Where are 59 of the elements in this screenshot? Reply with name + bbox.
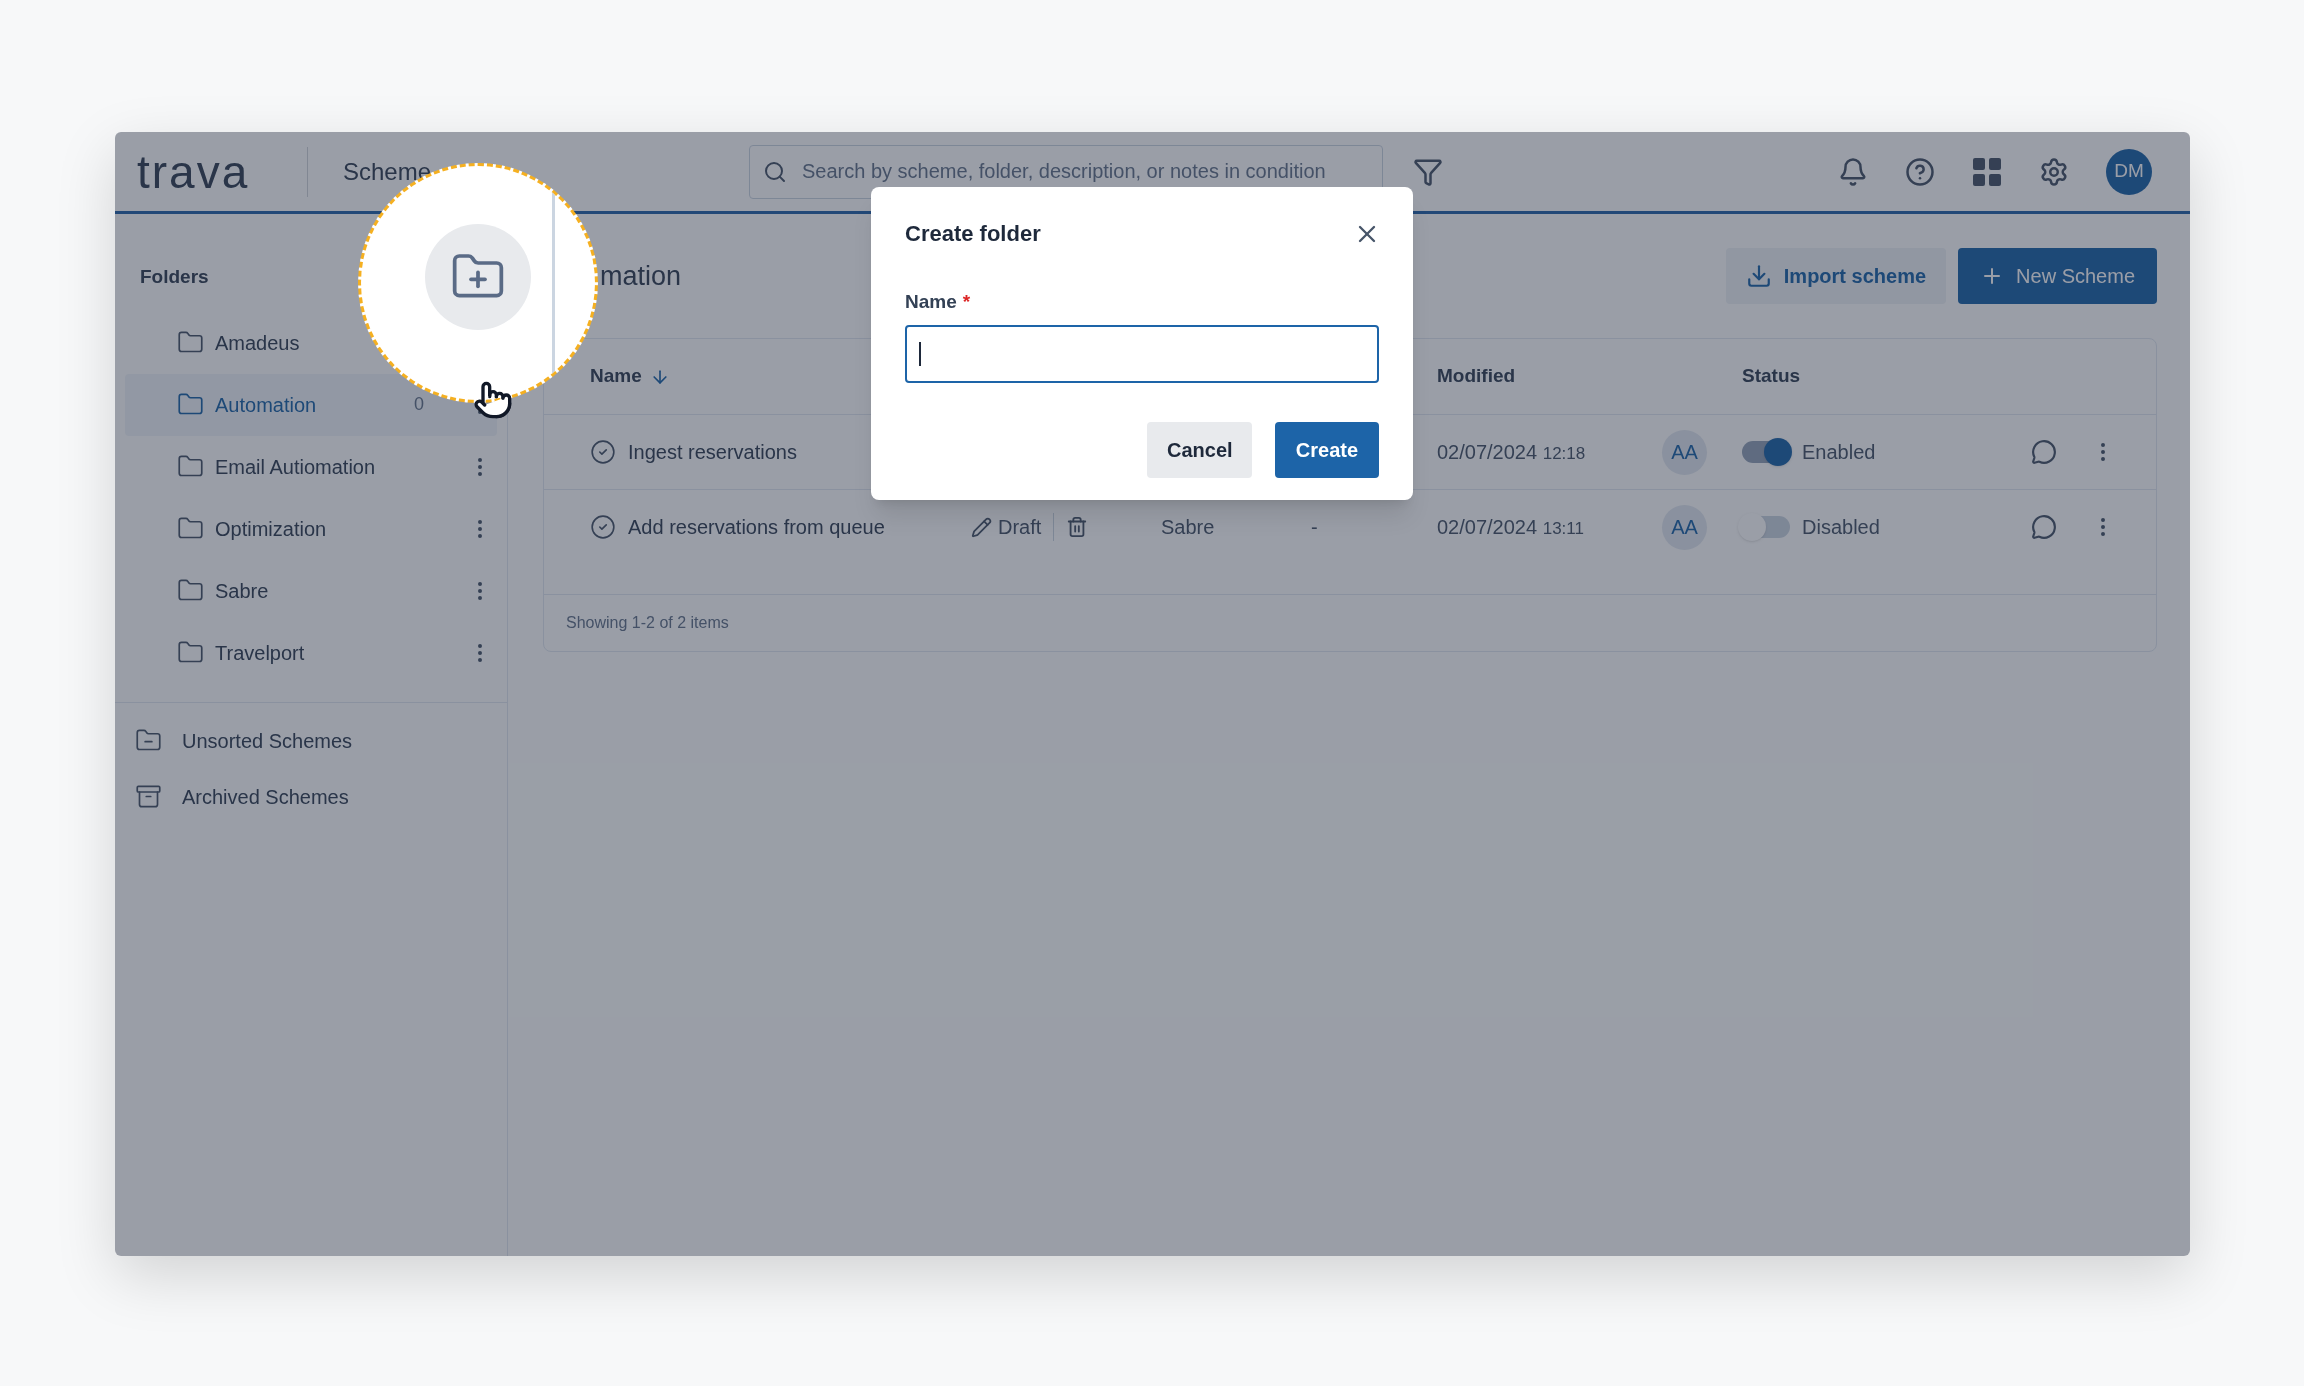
status-label: Disabled [1802, 515, 1880, 540]
comment-icon[interactable] [2031, 514, 2057, 540]
notification-bell-icon[interactable] [1838, 156, 1868, 187]
logo[interactable]: trava [137, 148, 287, 195]
import-scheme-button[interactable]: Import scheme [1725, 248, 1947, 304]
folder-name: Sabre [215, 578, 270, 604]
settings-icon[interactable] [2039, 156, 2069, 187]
page-title: Scheme [343, 156, 433, 187]
pencil-icon [971, 516, 992, 538]
name-input-field[interactable] [905, 324, 1379, 383]
new-scheme-button[interactable]: New Scheme [1958, 248, 2157, 304]
sidebar-link[interactable]: Archived Schemes [115, 768, 507, 825]
trash-icon[interactable] [1066, 516, 1089, 538]
table-cell: - [1311, 516, 1318, 538]
status-toggle[interactable] [1742, 441, 1790, 463]
source-cell: Sabre [1161, 516, 1215, 538]
modified-time: 12:18 [1542, 444, 1586, 463]
folder-name: Optimization [215, 516, 328, 542]
check-circle-icon [590, 514, 616, 540]
modified-date: 02/07/2024 [1437, 441, 1538, 463]
folder-item[interactable]: Travelport [125, 621, 497, 684]
scheme-name: Add reservations from queue [628, 515, 885, 540]
create-button[interactable]: Create [1275, 421, 1379, 478]
folder-name: Email Autiomation [215, 454, 377, 480]
check-circle-icon [590, 439, 616, 465]
required-marker: * [962, 290, 971, 314]
folder-count: 0 [414, 393, 424, 416]
folder-title: mation [600, 259, 683, 293]
modified-date: 02/07/2024 [1437, 516, 1538, 538]
pagination-summary: Showing 1-2 of 2 items [566, 613, 729, 633]
author-avatar: AA [1662, 504, 1707, 550]
search-icon [763, 159, 787, 184]
folders-heading: Folders [140, 265, 209, 289]
folder-item[interactable]: Optimization [125, 497, 497, 560]
folder-name: Amadeus [215, 330, 301, 356]
folder-name: Automation [215, 392, 318, 418]
folder-item[interactable]: Email Autiomation [125, 435, 497, 498]
download-icon [1745, 263, 1772, 289]
apps-grid-icon[interactable] [1972, 156, 2002, 187]
help-icon[interactable] [1905, 156, 1935, 187]
comment-icon[interactable] [2031, 439, 2057, 465]
folder-item[interactable]: Automation 0 [125, 373, 497, 436]
folder-item[interactable]: Sabre [125, 559, 497, 622]
folder-name: Travelport [215, 640, 306, 666]
scheme-name: Ingest reservations [628, 440, 797, 465]
cancel-button[interactable]: Cancel [1147, 421, 1252, 478]
draft-label: Draft [998, 515, 1042, 540]
column-header[interactable]: Modified [1437, 362, 1662, 391]
sidebar-link[interactable]: Unsorted Schemes [115, 712, 507, 769]
modified-time: 13:11 [1542, 519, 1584, 538]
status-label: Enabled [1802, 440, 1876, 465]
column-header[interactable]: Name [590, 362, 971, 391]
search-field[interactable]: Search by scheme, folder, description, or notes in condition [749, 144, 1383, 199]
user-avatar[interactable]: DM [2106, 148, 2152, 195]
column-header[interactable]: Status [1742, 362, 2031, 391]
field-label: Name [905, 290, 957, 314]
dialog-title: Create folder [905, 220, 1041, 248]
archive-box-icon [135, 783, 162, 810]
author-avatar: AA [1662, 429, 1707, 475]
